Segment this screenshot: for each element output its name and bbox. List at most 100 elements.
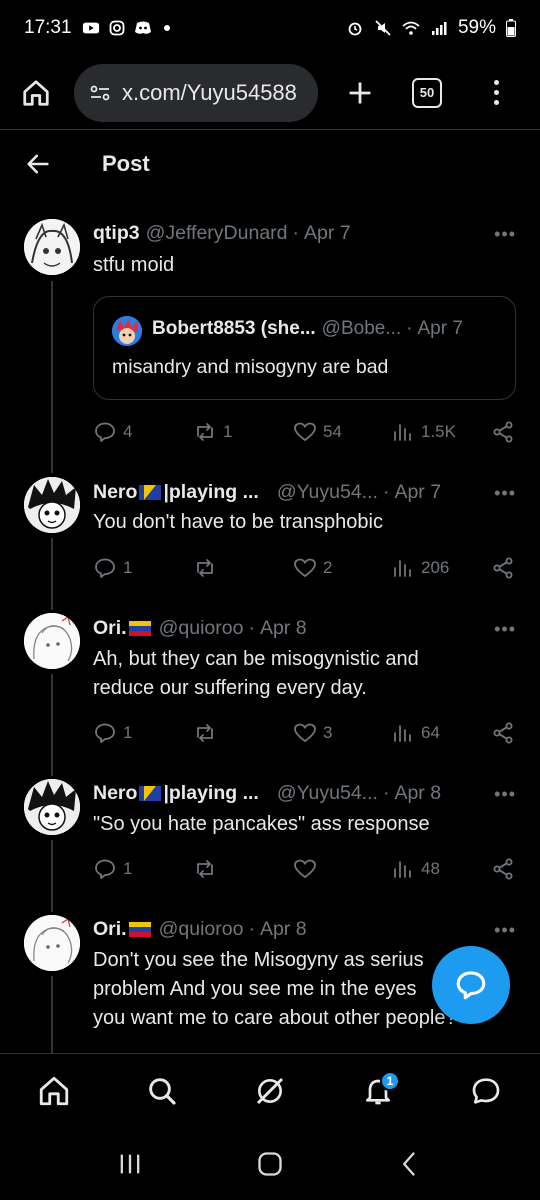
avatar-drawing — [24, 219, 80, 275]
views-button[interactable]: 206 — [391, 556, 491, 580]
more-options-icon[interactable]: ••• — [494, 784, 516, 805]
more-options-icon[interactable]: ••• — [494, 224, 516, 245]
share-button[interactable] — [491, 721, 515, 745]
views-button[interactable]: 48 — [391, 857, 491, 881]
battery-icon — [506, 19, 516, 37]
reply-button[interactable]: 1 — [93, 857, 193, 881]
author-handle[interactable]: @JefferyDunard — [146, 222, 288, 245]
repost-button[interactable] — [193, 857, 293, 881]
reply-button[interactable]: 1 — [93, 556, 193, 580]
share-button[interactable] — [491, 857, 515, 881]
avatar[interactable] — [24, 219, 80, 275]
url-text[interactable]: x.com/Yuyu54588 — [122, 80, 297, 106]
menu-dot-icon — [493, 80, 499, 85]
heart-icon — [294, 558, 316, 578]
messages-icon — [472, 1077, 500, 1104]
nav-grok[interactable] — [248, 1069, 292, 1113]
like-button[interactable]: 3 — [293, 721, 391, 745]
share-button[interactable] — [491, 420, 515, 444]
thread-connector — [51, 281, 53, 473]
tweet-date[interactable]: Apr 8 — [260, 918, 307, 941]
more-options-icon[interactable]: ••• — [494, 619, 516, 640]
author-name[interactable]: Nero — [93, 782, 137, 805]
nav-messages[interactable] — [464, 1069, 508, 1113]
like-button[interactable]: 2 — [293, 556, 391, 580]
reply-button[interactable]: 4 — [93, 420, 193, 444]
separator-dot: · — [406, 318, 413, 339]
like-button[interactable]: 54 — [293, 420, 391, 444]
like-count: 2 — [323, 558, 333, 577]
repost-button[interactable] — [193, 721, 293, 745]
tweet-date[interactable]: Apr 8 — [260, 617, 307, 640]
author-name[interactable]: qtip3 — [93, 222, 140, 245]
wifi-icon — [402, 21, 420, 35]
tweet-text: "So you hate pancakes" ass response — [93, 813, 430, 835]
avatar[interactable] — [24, 477, 80, 533]
address-bar[interactable]: x.com/Yuyu54588 — [74, 63, 318, 122]
tab-switcher-button[interactable]: 50 — [412, 77, 442, 108]
views-icon — [394, 560, 411, 577]
avatar[interactable] — [24, 779, 80, 835]
more-options-icon[interactable]: ••• — [494, 920, 516, 941]
nav-search[interactable] — [140, 1069, 184, 1113]
tweet-header: Ori. @quioroo · Apr 8 ••• — [93, 918, 516, 941]
chevron-left-icon — [403, 1152, 415, 1176]
author-name-suffix[interactable]: |playing ... — [163, 481, 258, 504]
nav-home[interactable] — [32, 1069, 76, 1113]
avatar-drawing — [112, 316, 142, 346]
avatar[interactable] — [24, 915, 80, 971]
site-settings-icon[interactable] — [88, 81, 112, 105]
separator-dot: · — [248, 918, 255, 940]
author-handle[interactable]: @quioroo — [159, 617, 244, 640]
recent-apps-button[interactable] — [110, 1144, 150, 1184]
tweet-date[interactable]: Apr 8 — [394, 782, 441, 805]
system-back-button[interactable] — [390, 1144, 430, 1184]
nav-notifications[interactable]: 1 — [356, 1069, 400, 1113]
browser-menu-button[interactable] — [486, 75, 506, 111]
bosnia-flag-icon — [139, 786, 162, 801]
compose-reply-button[interactable] — [432, 946, 510, 1024]
heart-icon — [294, 859, 316, 879]
more-options-icon[interactable]: ••• — [494, 483, 516, 504]
system-home-button[interactable] — [250, 1144, 290, 1184]
author-name[interactable]: Ori. — [93, 918, 127, 941]
views-button[interactable]: 1.5K — [391, 420, 491, 444]
bottom-navigation: 1 — [0, 1053, 540, 1127]
views-button[interactable]: 64 — [391, 721, 491, 745]
author-name-suffix[interactable]: |playing ... — [163, 782, 258, 805]
author-name[interactable]: Ori. — [93, 617, 127, 640]
reply-button[interactable]: 1 — [93, 721, 193, 745]
tweet-header: Ori. @quioroo · Apr 8 ••• — [93, 617, 516, 640]
page-title: Post — [102, 151, 150, 176]
tweet-header: qtip3 @JefferyDunard · Apr 7 ••• — [93, 222, 516, 245]
new-tab-button[interactable] — [342, 75, 378, 111]
browser-home-button[interactable] — [18, 75, 54, 111]
like-count: 54 — [323, 422, 342, 441]
share-icon — [493, 858, 513, 880]
avatar[interactable] — [24, 613, 80, 669]
grok-icon — [256, 1077, 284, 1104]
quote-author-handle: @Bobe... — [321, 318, 402, 339]
browser-toolbar: x.com/Yuyu54588 50 — [0, 56, 540, 130]
quoted-tweet[interactable]: Bobert8853 (she... @Bobe... · Apr 7 misa… — [93, 296, 516, 400]
back-arrow-icon[interactable] — [24, 150, 52, 178]
reply-icon — [95, 422, 115, 442]
author-name[interactable]: Nero — [93, 481, 137, 504]
repost-button[interactable]: 1 — [193, 420, 293, 444]
repost-button[interactable] — [193, 556, 293, 580]
tweet-date[interactable]: Apr 7 — [304, 222, 351, 245]
quote-date: Apr 7 — [417, 318, 463, 339]
quote-text: misandry and misogyny are bad — [112, 356, 389, 378]
thread-connector — [51, 674, 53, 776]
instagram-icon — [109, 20, 124, 36]
share-button[interactable] — [491, 556, 515, 580]
author-handle[interactable]: @Yuyu54... — [277, 481, 378, 504]
chat-bubble-icon — [456, 971, 486, 1000]
tweet-date[interactable]: Apr 7 — [394, 481, 441, 504]
views-icon — [394, 725, 411, 742]
status-bar: 17:31 59% — [0, 0, 540, 56]
like-button[interactable] — [293, 857, 391, 881]
circle-home-icon — [258, 1152, 282, 1176]
author-handle[interactable]: @Yuyu54... — [277, 782, 378, 805]
author-handle[interactable]: @quioroo — [159, 918, 244, 941]
